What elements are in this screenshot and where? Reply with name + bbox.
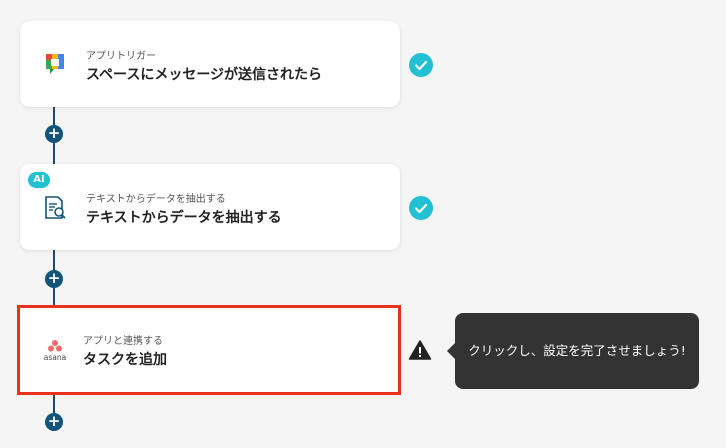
step-title: タスクを追加: [83, 352, 167, 368]
tooltip-text: クリックし、設定を完了させましょう!: [468, 343, 686, 358]
step-subtitle: テキストからデータを抽出する: [86, 194, 226, 205]
google-chat-icon: [42, 52, 68, 78]
step-card-asana[interactable]: asana アプリと連携する タスクを追加: [17, 305, 401, 395]
check-icon: [409, 196, 433, 220]
step-subtitle: アプリトリガー: [86, 51, 156, 62]
svg-text:asana: asana: [44, 353, 66, 362]
step-card-trigger[interactable]: アプリトリガー スペースにメッセージが送信されたら: [20, 21, 400, 107]
step-subtitle: アプリと連携する: [83, 336, 163, 347]
ai-badge: AI: [28, 172, 50, 188]
add-step-button[interactable]: +: [45, 413, 63, 431]
document-search-icon: [42, 195, 68, 221]
tooltip: クリックし、設定を完了させましょう!: [447, 313, 699, 389]
asana-logo: asana: [40, 337, 66, 363]
step-title: テキストからデータを抽出する: [86, 210, 282, 226]
check-icon: [409, 53, 433, 77]
add-step-button[interactable]: +: [45, 125, 63, 143]
add-step-button[interactable]: +: [45, 270, 63, 288]
step-card-ai-extract[interactable]: テキストからデータを抽出する テキストからデータを抽出する: [20, 164, 400, 250]
step-title: スペースにメッセージが送信されたら: [86, 67, 323, 83]
warning-icon: [408, 339, 432, 361]
